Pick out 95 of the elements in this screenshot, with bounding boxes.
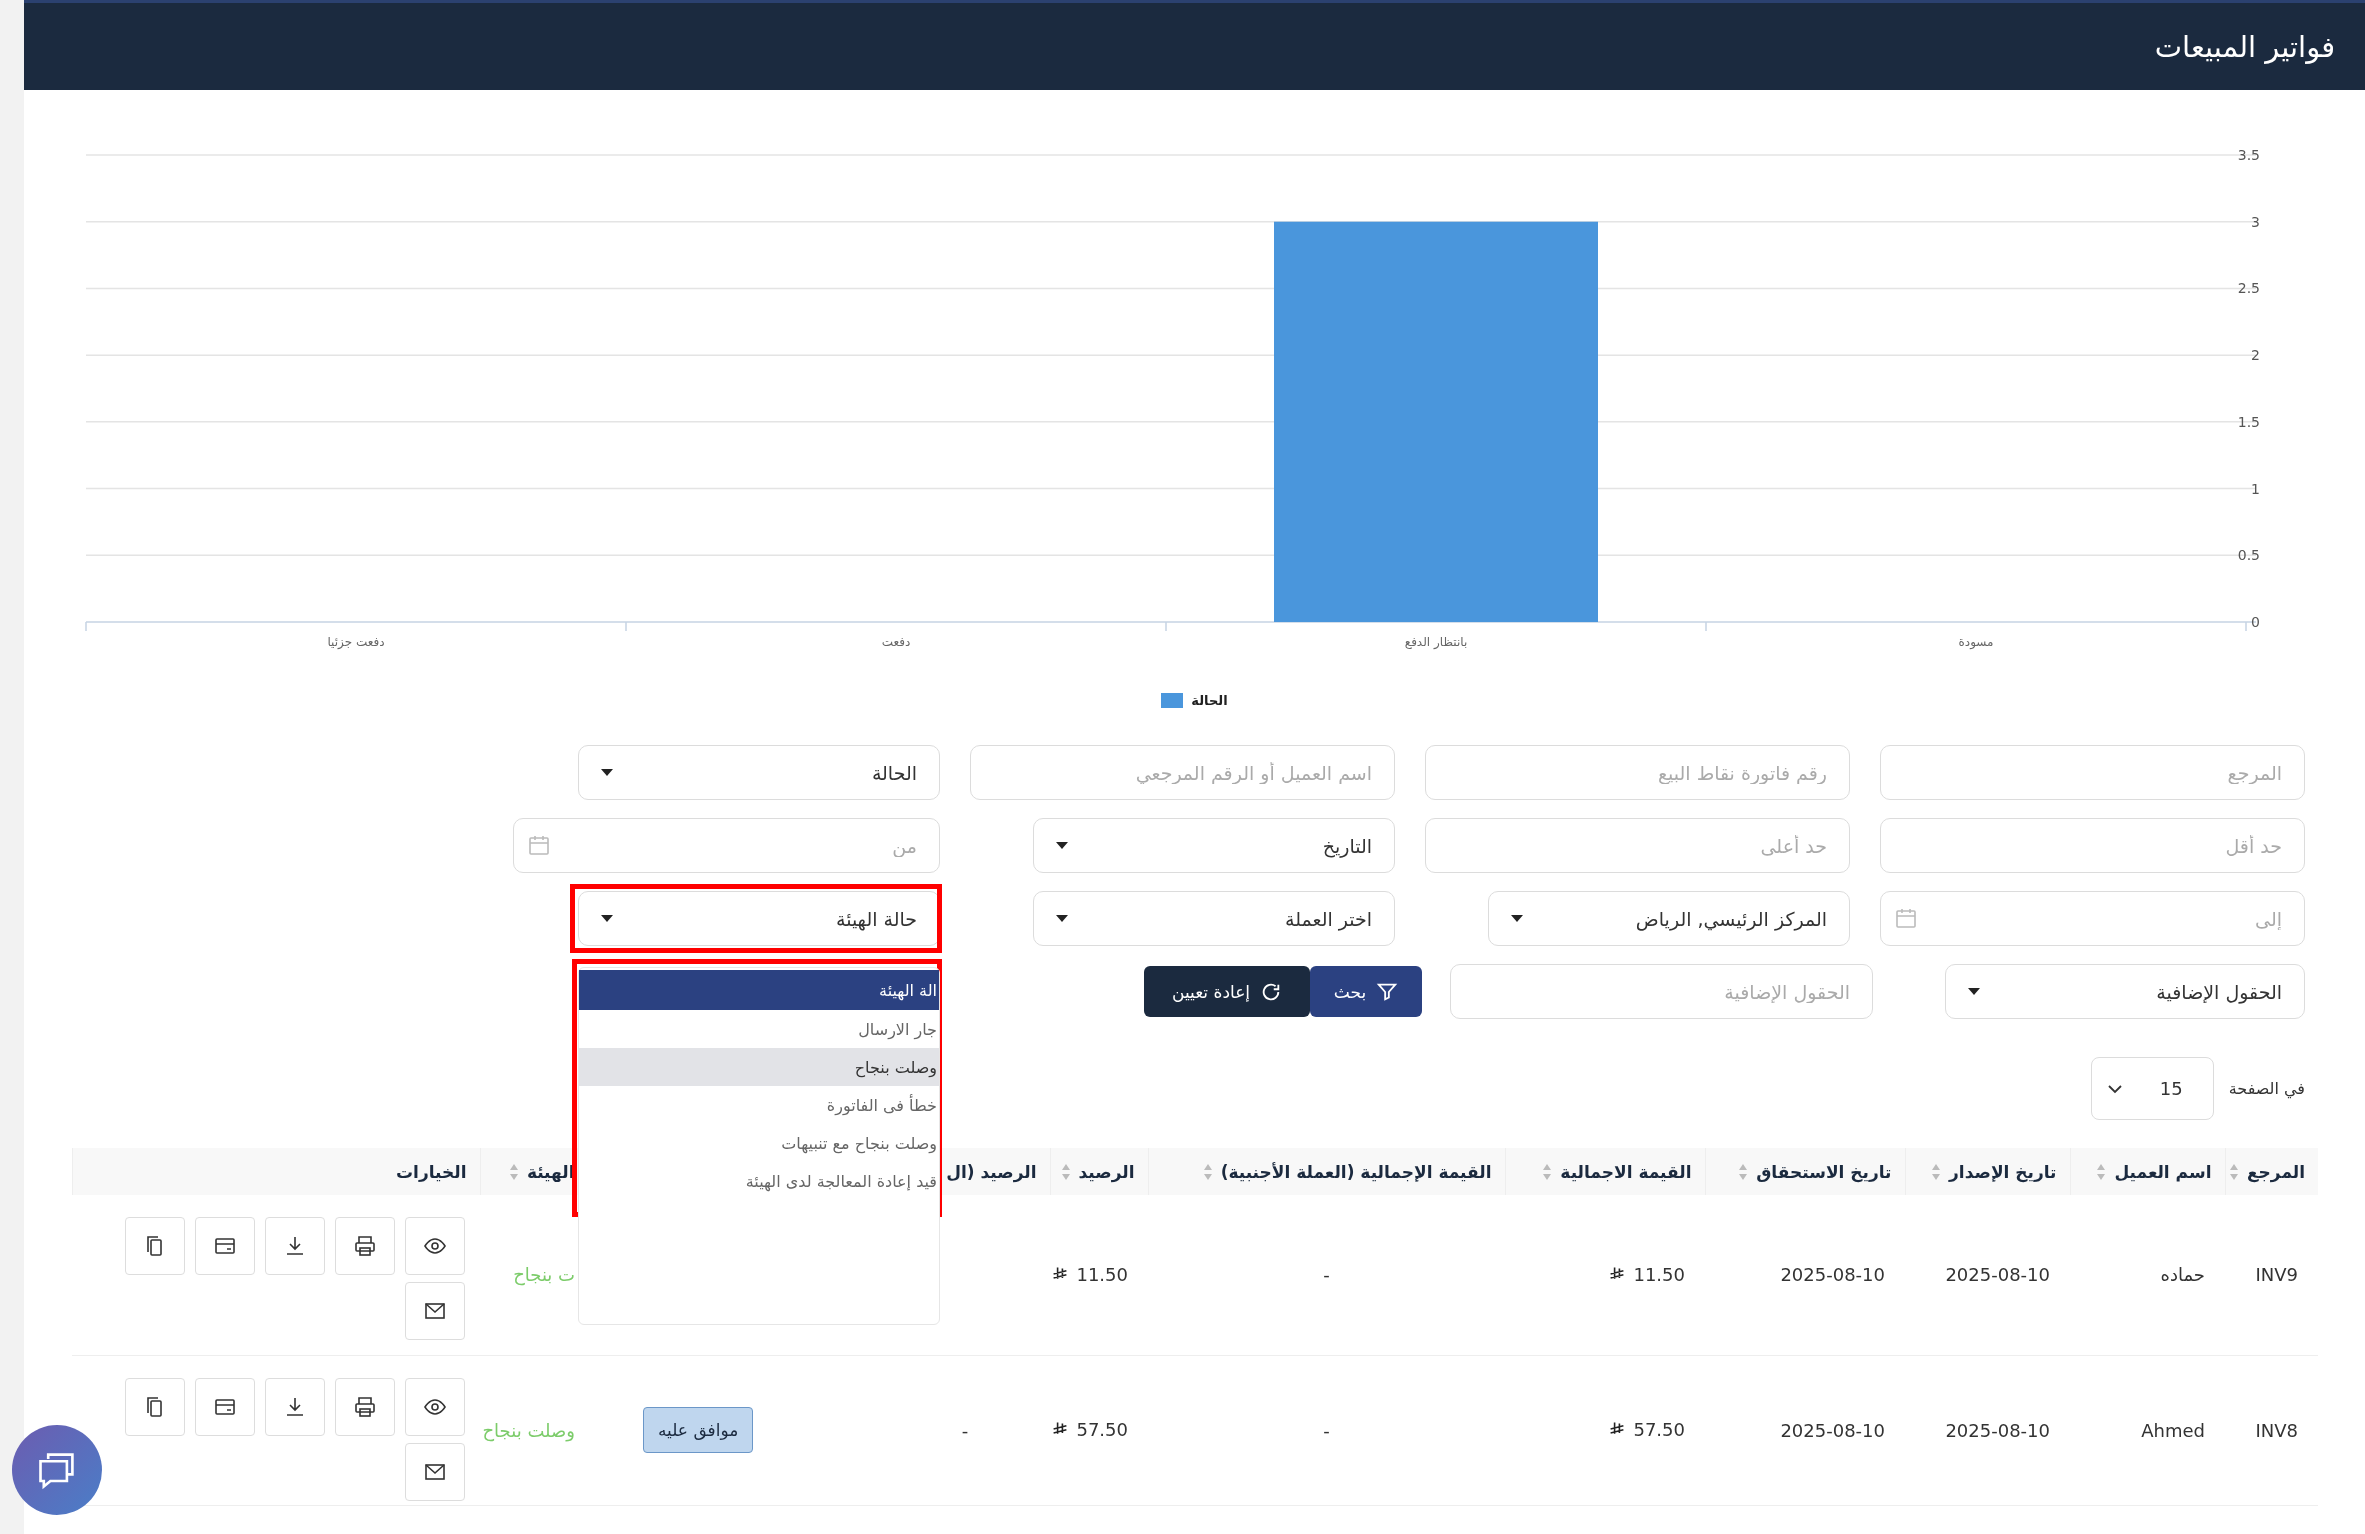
sort-icon [1202, 1162, 1213, 1181]
table-cell: INV8 [2255, 1419, 2298, 1441]
dropdown-option[interactable]: جار الارسال [579, 1010, 939, 1048]
dropdown-option[interactable]: وصلت بنجاح مع تنبيهات [579, 1124, 939, 1162]
sort-icon [2096, 1162, 2107, 1181]
column-header[interactable]: القيمة الاجمالية [1542, 1161, 1692, 1182]
date-field[interactable]: من [513, 818, 940, 873]
table-cell: - [961, 1419, 969, 1441]
sort-icon [1738, 1162, 1749, 1181]
table-cell: 2025-08-10 [1945, 1419, 2050, 1441]
select-field[interactable]: المركز الرئيسي, الرياض [1488, 891, 1850, 946]
dropdown-option[interactable]: خطأ فى الفاتورة [579, 1086, 939, 1124]
print-button[interactable] [335, 1217, 395, 1275]
caret-icon [1511, 915, 1523, 922]
table-cell: 57.50 [1633, 1418, 1685, 1440]
legend-label: الحالة [1191, 692, 1228, 708]
axis-label: 3.5 [2237, 147, 2260, 163]
axis-label: دفعت جزئيا [327, 635, 385, 649]
table-cell: 11.50 [1633, 1263, 1685, 1285]
copy-button[interactable] [125, 1377, 185, 1436]
select-field[interactable]: الحقول الإضافية [1945, 964, 2305, 1019]
axis-label: 0 [2251, 614, 2260, 630]
column-header: الرصيد (ال [946, 1161, 1037, 1182]
download-button[interactable] [265, 1217, 325, 1275]
caret-icon [1056, 915, 1068, 922]
print-icon [353, 1394, 377, 1419]
select-field[interactable]: حالة الهيئة [578, 891, 940, 946]
caret-icon [601, 915, 613, 922]
text-field[interactable]: رقم فاتورة نقاط البيع [1425, 745, 1850, 800]
print-icon [353, 1234, 377, 1258]
currency-icon [1052, 1266, 1069, 1282]
column-header[interactable]: اسم العميل [2096, 1161, 2212, 1182]
mail-button[interactable] [405, 1282, 465, 1340]
search-button[interactable]: بحث [1310, 966, 1422, 1017]
table-cell: حماده [2160, 1264, 2205, 1286]
dropdown-option[interactable]: قيد إعادة المعالجة لدى الهيئة [579, 1162, 939, 1200]
select-field[interactable]: الحالة [578, 745, 940, 800]
column-header: الخيارات [396, 1161, 467, 1182]
calendar-icon [1894, 906, 1918, 930]
caret-icon [1056, 842, 1068, 849]
table-cell: 2025-08-10 [1780, 1264, 1885, 1286]
axis-label: 3 [2251, 213, 2260, 230]
currency-icon [1609, 1266, 1626, 1282]
sort-icon [508, 1162, 519, 1181]
dropdown-option[interactable]: وصلت بنجاح [579, 1048, 939, 1086]
page-size-select[interactable]: 15 [2090, 1057, 2214, 1120]
date-field[interactable]: إلى [1880, 891, 2305, 946]
print-button[interactable] [335, 1377, 395, 1436]
sort-icon [2228, 1162, 2239, 1181]
axis-label: بانتظار الدفع [1404, 635, 1468, 649]
table-cell: 57.50 [1076, 1418, 1128, 1440]
column-header[interactable]: تاريخ الإصدار [1931, 1161, 2057, 1182]
column-header[interactable]: الرصيد [1060, 1161, 1135, 1182]
view-button[interactable] [405, 1217, 465, 1275]
table-cell: - [1323, 1419, 1330, 1441]
sort-icon [1060, 1162, 1071, 1181]
sort-icon [1542, 1162, 1553, 1181]
column-header[interactable]: تاريخ الاستحقاق [1738, 1161, 1892, 1182]
per-page-label: في الصفحة [2228, 1079, 2305, 1098]
page-title: فواتير المبيعات [2154, 29, 2335, 64]
text-field[interactable]: المرجع [1880, 745, 2305, 800]
select-field[interactable]: اختر العملة [1033, 891, 1395, 946]
sort-icon [1931, 1162, 1942, 1181]
axis-label: 1.5 [2237, 413, 2260, 430]
reset-button[interactable]: إعادة تعيين [1144, 966, 1310, 1017]
table-cell: 2025-08-10 [1780, 1419, 1885, 1441]
table-cell: 2025-08-10 [1945, 1264, 2050, 1286]
calendar-icon [527, 833, 551, 857]
card-button[interactable] [195, 1217, 255, 1275]
axis-label: 0.5 [2237, 547, 2260, 564]
table-cell: Ahmed [2141, 1419, 2205, 1441]
axis-label: 2.5 [2237, 280, 2260, 297]
axis-label: مسودة [1958, 635, 1994, 649]
column-header[interactable]: المرجع [2228, 1161, 2305, 1182]
table-cell: 11.50 [1076, 1263, 1128, 1285]
copy-button[interactable] [125, 1217, 185, 1275]
dropdown-option[interactable]: الة الهيئة [579, 970, 939, 1010]
caret-icon [601, 769, 613, 776]
axis-label: دفعت [881, 635, 911, 649]
status-text: وصلت بنجاح [482, 1419, 575, 1441]
axis-label: 1 [2251, 480, 2260, 497]
select-field[interactable]: التاريخ [1033, 818, 1395, 873]
caret-icon [1968, 988, 1980, 995]
card-button[interactable] [195, 1377, 255, 1436]
text-field[interactable]: الحقول الإضافية [1450, 964, 1873, 1019]
status-text: ت بنجاح [513, 1264, 575, 1286]
view-button[interactable] [405, 1377, 465, 1436]
table-cell: INV9 [2255, 1264, 2298, 1286]
legend-swatch [1161, 692, 1184, 708]
axis-label: 2 [2251, 347, 2260, 364]
column-header[interactable]: القيمة الإجمالية (العملة الأجنبية) [1202, 1161, 1492, 1182]
status-badge: موافق عليه [643, 1407, 754, 1453]
download-button[interactable] [265, 1377, 325, 1436]
table-cell: - [1323, 1264, 1330, 1286]
mail-button[interactable] [405, 1442, 465, 1501]
